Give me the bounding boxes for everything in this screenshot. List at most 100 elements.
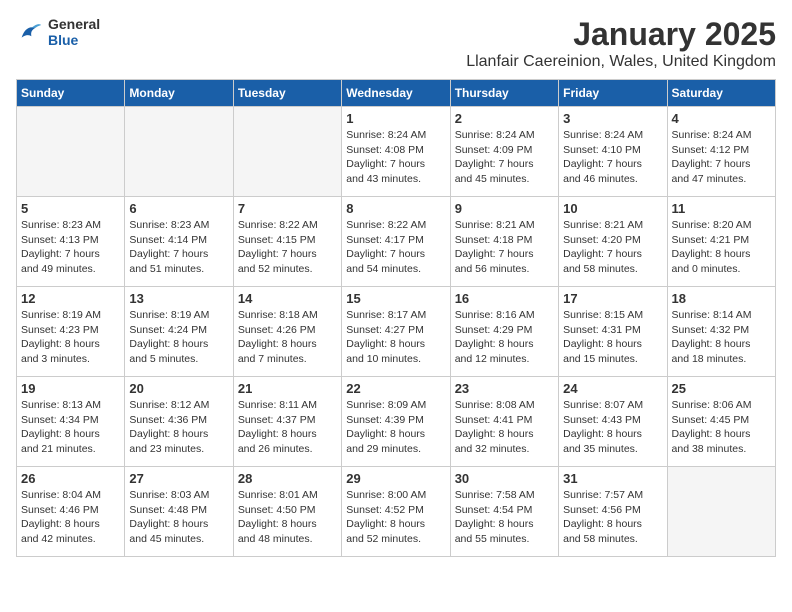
day-number: 15 [346, 291, 445, 306]
title-area: January 2025 Llanfair Caereinion, Wales,… [466, 16, 776, 71]
calendar-cell: 8Sunrise: 8:22 AM Sunset: 4:17 PM Daylig… [342, 197, 450, 287]
day-number: 29 [346, 471, 445, 486]
day-info: Sunrise: 8:00 AM Sunset: 4:52 PM Dayligh… [346, 488, 445, 547]
day-info: Sunrise: 8:20 AM Sunset: 4:21 PM Dayligh… [672, 218, 771, 277]
calendar-cell: 28 Sunrise: 8:01 AM Sunset: 4:50 PM Dayli… [233, 467, 341, 557]
day-number: 17 [563, 291, 662, 306]
calendar-cell: 29 Sunrise: 8:00 AM Sunset: 4:52 PM Dayli… [342, 467, 450, 557]
calendar-cell: 15 Sunrise: 8:17 AM Sunset: 4:27 PM Dayli… [342, 287, 450, 377]
day-number: 12 [21, 291, 120, 306]
day-info: Sunrise: 8:08 AM Sunset: 4:41 PM Dayligh… [455, 398, 554, 457]
day-info: Sunrise: 8:15 AM Sunset: 4:31 PM Dayligh… [563, 308, 662, 367]
day-info: Sunrise: 8:23 AM Sunset: 4:13 PM Dayligh… [21, 218, 120, 277]
calendar-cell: 27Sunrise: 8:03 AM Sunset: 4:48 PM Dayli… [125, 467, 233, 557]
calendar-cell: 9Sunrise: 8:21 AM Sunset: 4:18 PM Daylig… [450, 197, 558, 287]
calendar-cell [125, 107, 233, 197]
calendar-cell: 5 Sunrise: 8:23 AM Sunset: 4:13 PM Daylig… [17, 197, 125, 287]
day-number: 25 [672, 381, 771, 396]
calendar-cell: 4 Sunrise: 8:24 AM Sunset: 4:12 PM Daylig… [667, 107, 775, 197]
day-header-sunday: Sunday [17, 80, 125, 107]
day-info: Sunrise: 8:14 AM Sunset: 4:32 PM Dayligh… [672, 308, 771, 367]
calendar-cell: 24 Sunrise: 8:07 AM Sunset: 4:43 PM Dayli… [559, 377, 667, 467]
logo-general-text: General [48, 16, 100, 32]
calendar-cell: 13 Sunrise: 8:19 AM Sunset: 4:24 PM Dayli… [125, 287, 233, 377]
day-number: 24 [563, 381, 662, 396]
day-info: Sunrise: 8:24 AM Sunset: 4:08 PM Dayligh… [346, 128, 445, 187]
calendar-cell: 25 Sunrise: 8:06 AM Sunset: 4:45 PM Dayli… [667, 377, 775, 467]
day-info: Sunrise: 7:58 AM Sunset: 4:54 PM Dayligh… [455, 488, 554, 547]
calendar-week-5: 26Sunrise: 8:04 AM Sunset: 4:46 PM Dayli… [17, 467, 776, 557]
day-info: Sunrise: 8:22 AM Sunset: 4:15 PM Dayligh… [238, 218, 337, 277]
logo: General Blue [16, 16, 100, 48]
calendar-cell: 17 Sunrise: 8:15 AM Sunset: 4:31 PM Dayli… [559, 287, 667, 377]
day-info: Sunrise: 8:24 AM Sunset: 4:09 PM Dayligh… [455, 128, 554, 187]
calendar-cell: 21 Sunrise: 8:11 AM Sunset: 4:37 PM Dayli… [233, 377, 341, 467]
calendar-cell: 18 Sunrise: 8:14 AM Sunset: 4:32 PM Dayli… [667, 287, 775, 377]
day-info: Sunrise: 8:22 AM Sunset: 4:17 PM Dayligh… [346, 218, 445, 277]
calendar-cell: 23 Sunrise: 8:08 AM Sunset: 4:41 PM Dayli… [450, 377, 558, 467]
day-info: Sunrise: 8:12 AM Sunset: 4:36 PM Dayligh… [129, 398, 228, 457]
day-number: 16 [455, 291, 554, 306]
day-number: 13 [129, 291, 228, 306]
day-info: Sunrise: 8:24 AM Sunset: 4:12 PM Dayligh… [672, 128, 771, 187]
logo-blue-text: Blue [48, 32, 100, 48]
day-info: Sunrise: 8:21 AM Sunset: 4:20 PM Dayligh… [563, 218, 662, 277]
calendar-cell: 16 Sunrise: 8:16 AM Sunset: 4:29 PM Dayli… [450, 287, 558, 377]
day-info: Sunrise: 8:19 AM Sunset: 4:23 PM Dayligh… [21, 308, 120, 367]
day-number: 6 [129, 201, 228, 216]
day-number: 21 [238, 381, 337, 396]
calendar-cell: 19 Sunrise: 8:13 AM Sunset: 4:34 PM Dayli… [17, 377, 125, 467]
location-title: Llanfair Caereinion, Wales, United Kingd… [466, 53, 776, 71]
calendar-week-3: 12 Sunrise: 8:19 AM Sunset: 4:23 PM Dayli… [17, 287, 776, 377]
day-info: Sunrise: 8:19 AM Sunset: 4:24 PM Dayligh… [129, 308, 228, 367]
day-info: Sunrise: 8:07 AM Sunset: 4:43 PM Dayligh… [563, 398, 662, 457]
day-number: 4 [672, 111, 771, 126]
calendar-cell: 3Sunrise: 8:24 AM Sunset: 4:10 PM Daylig… [559, 107, 667, 197]
calendar-header-row: SundayMondayTuesdayWednesdayThursdayFrid… [17, 80, 776, 107]
logo-text: General Blue [48, 16, 100, 48]
calendar-cell: 1Sunrise: 8:24 AM Sunset: 4:08 PM Daylig… [342, 107, 450, 197]
day-header-monday: Monday [125, 80, 233, 107]
day-info: Sunrise: 8:06 AM Sunset: 4:45 PM Dayligh… [672, 398, 771, 457]
day-number: 5 [21, 201, 120, 216]
day-number: 30 [455, 471, 554, 486]
day-number: 11 [672, 201, 771, 216]
day-number: 10 [563, 201, 662, 216]
day-info: Sunrise: 8:18 AM Sunset: 4:26 PM Dayligh… [238, 308, 337, 367]
calendar-cell: 26Sunrise: 8:04 AM Sunset: 4:46 PM Dayli… [17, 467, 125, 557]
day-number: 19 [21, 381, 120, 396]
day-number: 27 [129, 471, 228, 486]
logo-bird-icon [16, 18, 44, 46]
calendar-cell [17, 107, 125, 197]
month-title: January 2025 [466, 16, 776, 53]
day-info: Sunrise: 8:11 AM Sunset: 4:37 PM Dayligh… [238, 398, 337, 457]
header: General Blue January 2025 Llanfair Caere… [16, 16, 776, 71]
calendar-cell: 6 Sunrise: 8:23 AM Sunset: 4:14 PM Daylig… [125, 197, 233, 287]
day-number: 7 [238, 201, 337, 216]
calendar-week-2: 5 Sunrise: 8:23 AM Sunset: 4:13 PM Daylig… [17, 197, 776, 287]
calendar-cell: 30 Sunrise: 7:58 AM Sunset: 4:54 PM Dayli… [450, 467, 558, 557]
day-info: Sunrise: 8:01 AM Sunset: 4:50 PM Dayligh… [238, 488, 337, 547]
calendar-cell: 7 Sunrise: 8:22 AM Sunset: 4:15 PM Daylig… [233, 197, 341, 287]
day-number: 18 [672, 291, 771, 306]
day-number: 28 [238, 471, 337, 486]
day-info: Sunrise: 8:24 AM Sunset: 4:10 PM Dayligh… [563, 128, 662, 187]
day-header-friday: Friday [559, 80, 667, 107]
day-number: 23 [455, 381, 554, 396]
day-number: 22 [346, 381, 445, 396]
day-header-saturday: Saturday [667, 80, 775, 107]
day-info: Sunrise: 7:57 AM Sunset: 4:56 PM Dayligh… [563, 488, 662, 547]
day-info: Sunrise: 8:13 AM Sunset: 4:34 PM Dayligh… [21, 398, 120, 457]
day-info: Sunrise: 8:23 AM Sunset: 4:14 PM Dayligh… [129, 218, 228, 277]
calendar-cell [233, 107, 341, 197]
day-info: Sunrise: 8:09 AM Sunset: 4:39 PM Dayligh… [346, 398, 445, 457]
calendar-cell: 10 Sunrise: 8:21 AM Sunset: 4:20 PM Dayli… [559, 197, 667, 287]
day-number: 2 [455, 111, 554, 126]
day-info: Sunrise: 8:21 AM Sunset: 4:18 PM Dayligh… [455, 218, 554, 277]
day-header-tuesday: Tuesday [233, 80, 341, 107]
day-info: Sunrise: 8:16 AM Sunset: 4:29 PM Dayligh… [455, 308, 554, 367]
calendar-cell: 14Sunrise: 8:18 AM Sunset: 4:26 PM Dayli… [233, 287, 341, 377]
calendar-week-4: 19 Sunrise: 8:13 AM Sunset: 4:34 PM Dayli… [17, 377, 776, 467]
day-info: Sunrise: 8:17 AM Sunset: 4:27 PM Dayligh… [346, 308, 445, 367]
day-header-thursday: Thursday [450, 80, 558, 107]
